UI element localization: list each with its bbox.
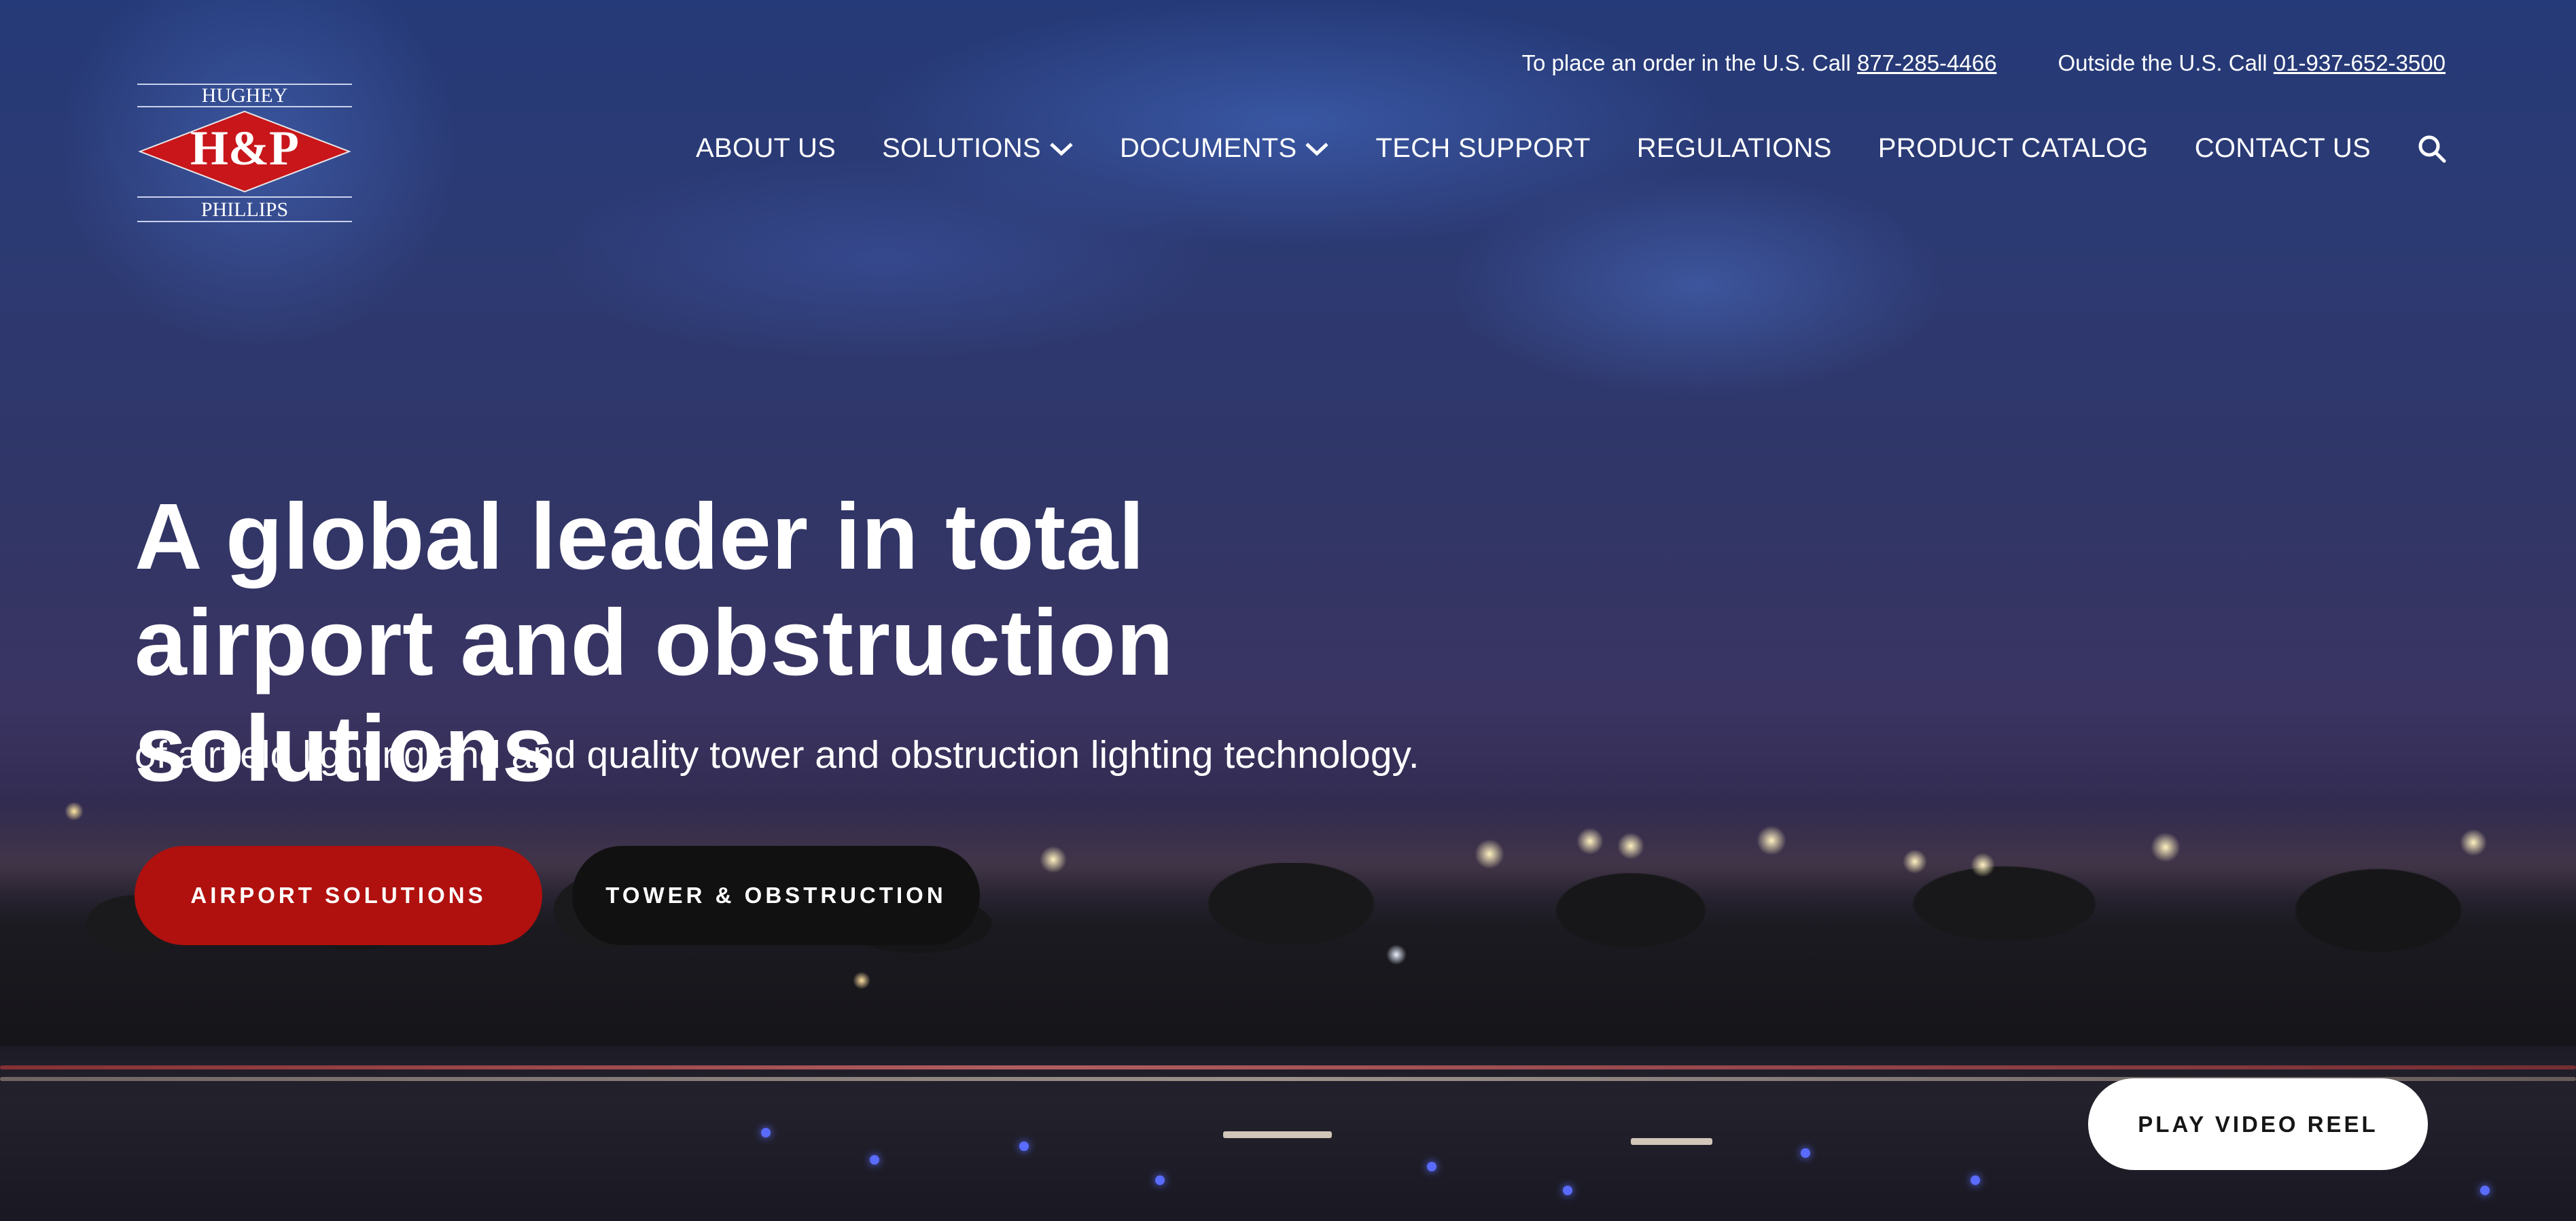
runway-light [2480, 1186, 2490, 1195]
hero-subheadline: of airfield lighting and and quality tow… [135, 733, 1419, 777]
nav-solutions-label: SOLUTIONS [882, 133, 1041, 163]
runway-light [1563, 1186, 1572, 1195]
nav-about-us-label: ABOUT US [695, 133, 836, 163]
background-light [1757, 826, 1786, 855]
chevron-down-icon [1305, 142, 1329, 156]
background-light [1040, 846, 1067, 873]
nav-documents[interactable]: DOCUMENTS [1120, 133, 1329, 164]
background-light [2151, 832, 2181, 862]
nav-solutions[interactable]: SOLUTIONS [882, 133, 1074, 164]
background-light [2460, 829, 2487, 856]
main-nav: ABOUT US SOLUTIONS DOCUMENTS TECH SUPPOR… [696, 133, 2447, 164]
chevron-down-icon [1050, 142, 1073, 156]
runway-light [1155, 1175, 1165, 1185]
background-light [1475, 839, 1504, 869]
background-light [65, 802, 84, 821]
tower-obstruction-button[interactable]: TOWER & OBSTRUCTION [572, 846, 980, 945]
nav-documents-label: DOCUMENTS [1120, 133, 1297, 163]
contact-bar: To place an order in the U.S. Call 877-2… [1522, 50, 2446, 76]
logo-top-text: HUGHEY [202, 84, 288, 107]
runway-light [1971, 1175, 1980, 1185]
nav-contact-us[interactable]: CONTACT US [2195, 133, 2371, 164]
search-icon[interactable] [2417, 134, 2447, 164]
runway-light [761, 1128, 771, 1137]
runway-light-streak [0, 1065, 2576, 1069]
hughey-phillips-logo[interactable]: HUGHEY H&P PHILLIPS [137, 82, 352, 224]
us-phone-link[interactable]: 877-285-4466 [1857, 50, 1997, 75]
play-video-reel-button[interactable]: PLAY VIDEO REEL [2088, 1078, 2428, 1170]
background-light [1617, 832, 1644, 860]
background-light [1386, 944, 1407, 965]
nav-regulations[interactable]: REGULATIONS [1637, 133, 1832, 164]
nav-product-catalog-label: PRODUCT CATALOG [1877, 133, 2149, 163]
runway-light-streak [1631, 1138, 1712, 1145]
us-order-label: To place an order in the U.S. Call [1521, 50, 1857, 75]
intl-order-label: Outside the U.S. Call [2058, 50, 2274, 75]
airport-solutions-button[interactable]: AIRPORT SOLUTIONS [135, 846, 542, 945]
background-light [1903, 849, 1927, 874]
background-light [1576, 828, 1604, 855]
nav-tech-support-label: TECH SUPPORT [1375, 133, 1591, 163]
nav-product-catalog[interactable]: PRODUCT CATALOG [1878, 133, 2149, 164]
logo-mark: H&P [190, 121, 299, 175]
runway-light-streak [1223, 1131, 1332, 1138]
intl-phone-link[interactable]: 01-937-652-3500 [2274, 50, 2446, 75]
us-order-line: To place an order in the U.S. Call 877-2… [1522, 50, 1997, 76]
background-light [1971, 853, 1995, 877]
runway-light [1019, 1142, 1029, 1151]
logo-bottom-text: PHILLIPS [201, 198, 288, 221]
nav-tech-support[interactable]: TECH SUPPORT [1375, 133, 1590, 164]
background-light [853, 972, 870, 989]
hero-section: To place an order in the U.S. Call 877-2… [0, 0, 2576, 1221]
runway-light [870, 1155, 879, 1165]
runway-light [1427, 1162, 1436, 1171]
nav-regulations-label: REGULATIONS [1636, 133, 1832, 163]
nav-contact-us-label: CONTACT US [2194, 133, 2371, 163]
intl-order-line: Outside the U.S. Call 01-937-652-3500 [2058, 50, 2446, 76]
nav-about-us[interactable]: ABOUT US [696, 133, 836, 164]
runway-light [1801, 1148, 1810, 1158]
